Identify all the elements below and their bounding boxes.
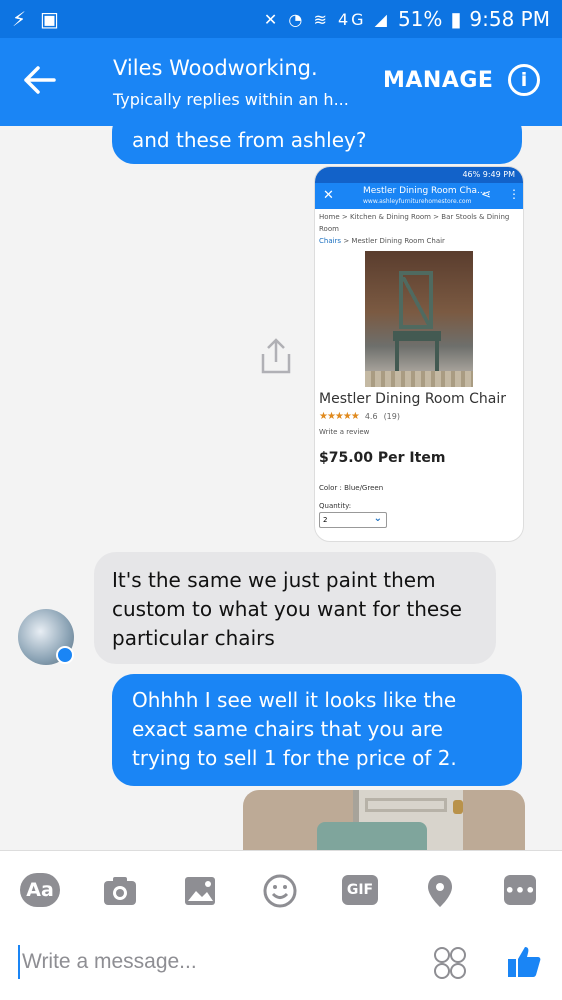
chair-leg	[395, 341, 399, 375]
rating-value: 4.6	[364, 412, 378, 421]
avatar[interactable]	[18, 609, 74, 665]
chat-header: Viles Woodworking. Typically replies wit…	[0, 38, 562, 126]
clock: 9:58 PM	[469, 7, 550, 31]
quantity-value: 2	[323, 516, 328, 524]
messenger-badge-icon	[56, 646, 74, 664]
chair-cross	[403, 277, 429, 325]
quantity-label: Quantity:	[319, 502, 352, 510]
contact-name[interactable]: Viles Woodworking.	[113, 56, 318, 80]
gallery-icon: ▣	[40, 7, 59, 31]
alarm-icon: ◔	[288, 9, 306, 29]
incoming-message[interactable]: It's the same we just paint them custom …	[94, 552, 496, 664]
emoji-icon[interactable]	[260, 871, 300, 911]
attachment-browser-bar: ✕ Mestler Dining Room Cha... www.ashleyf…	[315, 183, 523, 209]
product-photo	[365, 251, 473, 387]
more-options-button[interactable]: •••	[504, 875, 536, 905]
attachment-url: www.ashleyfurniturehomestore.com	[363, 198, 472, 205]
chair-seat	[393, 331, 441, 341]
door-knob	[453, 800, 463, 814]
camera-icon[interactable]	[100, 871, 140, 911]
breadcrumb-path: Home > Kitchen & Dining Room > Bar Stool…	[319, 213, 510, 233]
message-list[interactable]: and these from ashley? 46% 9:49 PM ✕ Mes…	[0, 126, 562, 850]
wifi-icon: ≋	[313, 9, 330, 29]
attachment-page-title: Mestler Dining Room Cha...	[363, 186, 486, 196]
flash-icon: ⚡	[12, 7, 27, 31]
text-format-button[interactable]: Aa	[20, 873, 60, 907]
chair-top	[317, 822, 427, 850]
contact-status: Typically replies within an h...	[113, 90, 349, 109]
status-left: ⚡ ▣	[12, 7, 59, 31]
message-input[interactable]	[18, 945, 398, 979]
product-rating: ★★★★★ 4.6 (19)	[315, 407, 523, 426]
product-price: $75.00 Per Item	[319, 450, 446, 466]
review-count: (19)	[383, 412, 400, 421]
attachment-share-icon: ⋖	[481, 187, 492, 201]
attachment-menu-icon: ⋮	[508, 187, 520, 201]
gallery-icon[interactable]	[180, 871, 220, 911]
status-icons: ✕ ◔ ≋ 4G ◢	[264, 10, 390, 29]
status-bar: ⚡ ▣ ✕ ◔ ≋ 4G ◢ 51% ▮ 9:58 PM	[0, 0, 562, 38]
composer: Aa GIF •••	[0, 850, 562, 1000]
share-icon[interactable]	[258, 336, 294, 376]
gif-button[interactable]: GIF	[342, 875, 378, 905]
rug	[365, 371, 473, 387]
battery-icon: ▮	[450, 7, 462, 31]
door-panel	[365, 798, 447, 812]
outgoing-message[interactable]: and these from ashley?	[112, 126, 522, 164]
quantity-select: 2 ⌄	[319, 512, 387, 528]
write-review-link: Write a review	[319, 428, 370, 436]
location-pin-icon[interactable]	[420, 871, 460, 911]
battery-percent: 51%	[397, 7, 443, 31]
breadcrumb-current: Mestler Dining Room Chair	[351, 237, 445, 245]
thumbs-up-icon[interactable]	[505, 943, 543, 981]
star-rating-icon: ★★★★★	[319, 411, 360, 422]
status-right: ✕ ◔ ≋ 4G ◢ 51% ▮ 9:58 PM	[264, 7, 550, 31]
close-icon: ✕	[323, 188, 334, 203]
product-color: Color : Blue/Green	[319, 484, 384, 492]
mute-icon: ✕	[263, 9, 281, 29]
screenshot-attachment[interactable]: 46% 9:49 PM ✕ Mestler Dining Room Cha...…	[314, 166, 524, 542]
attachment-status-bar: 46% 9:49 PM	[315, 167, 523, 183]
attachment-breadcrumb: Home > Kitchen & Dining Room > Bar Stool…	[315, 209, 523, 249]
photo-attachment[interactable]	[243, 790, 525, 850]
chair-leg	[435, 341, 439, 375]
4g-label: 4G	[337, 9, 367, 29]
product-name: Mestler Dining Room Chair	[319, 391, 507, 407]
chevron-down-icon: ⌄	[373, 513, 382, 524]
sticker-icon[interactable]	[432, 945, 468, 981]
manage-button[interactable]: MANAGE	[383, 68, 493, 93]
breadcrumb-link: Chairs	[319, 237, 342, 245]
back-arrow-icon[interactable]	[20, 60, 60, 100]
outgoing-message[interactable]: Ohhhh I see well it looks like the exact…	[112, 674, 522, 786]
signal-icon: ◢	[374, 9, 390, 29]
info-icon[interactable]: i	[508, 64, 540, 96]
